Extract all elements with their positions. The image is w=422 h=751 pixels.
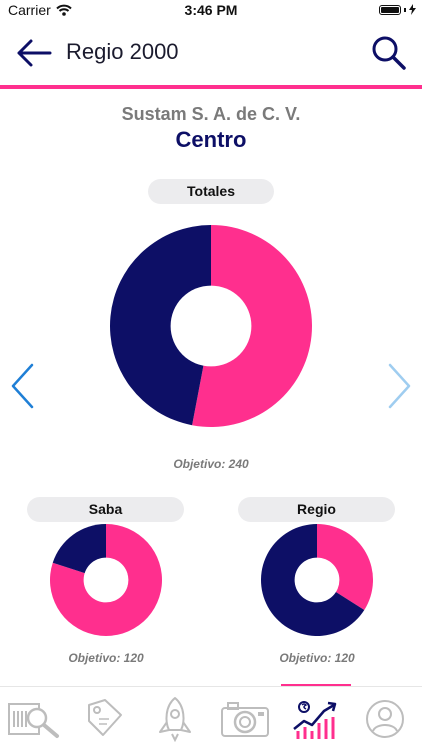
tab-price-tag[interactable] <box>70 687 140 751</box>
tab-bar <box>0 686 422 751</box>
tab-report-search[interactable] <box>0 687 70 751</box>
region-name: Centro <box>175 127 247 152</box>
regio-pill: Regio <box>238 497 395 522</box>
totals-donut-chart <box>110 225 312 427</box>
report-search-icon <box>8 703 59 738</box>
tab-profile[interactable] <box>350 687 420 751</box>
company-name: Sustam S. A. de C. V. <box>121 104 301 124</box>
status-time: 3:46 PM <box>184 2 238 18</box>
tab-camera[interactable] <box>210 687 280 751</box>
back-arrow-icon[interactable] <box>14 36 54 70</box>
search-icon[interactable] <box>370 34 408 72</box>
totals-pill: Totales <box>148 179 274 204</box>
navigation-bar: Regio 2000 <box>0 22 422 86</box>
profile-icon <box>366 700 404 738</box>
donut-hole <box>83 557 129 603</box>
status-bar: Carrier 3:46 PM <box>0 0 422 20</box>
rocket-icon <box>159 697 191 742</box>
chevron-left-icon[interactable] <box>8 362 38 410</box>
regio-objective: Objetivo: 120 <box>279 651 355 665</box>
saba-donut-chart <box>50 524 162 636</box>
camera-icon <box>221 702 269 737</box>
donut-hole <box>170 285 252 367</box>
saba-pill: Saba <box>27 497 184 522</box>
tab-rocket[interactable] <box>140 687 210 751</box>
price-tag-icon <box>88 699 122 736</box>
page-title: Regio 2000 <box>66 39 179 64</box>
saba-objective: Objetivo: 120 <box>68 651 144 665</box>
battery-icon <box>379 4 416 15</box>
chevron-right-icon[interactable] <box>384 362 414 410</box>
totals-objective: Objetivo: 240 <box>173 457 249 471</box>
header-divider <box>0 85 422 89</box>
donut-hole <box>294 557 340 603</box>
tab-sales-chart[interactable] <box>280 687 350 751</box>
sales-chart-icon <box>293 701 337 739</box>
regio-donut-chart <box>261 524 373 636</box>
charging-icon <box>409 4 416 15</box>
